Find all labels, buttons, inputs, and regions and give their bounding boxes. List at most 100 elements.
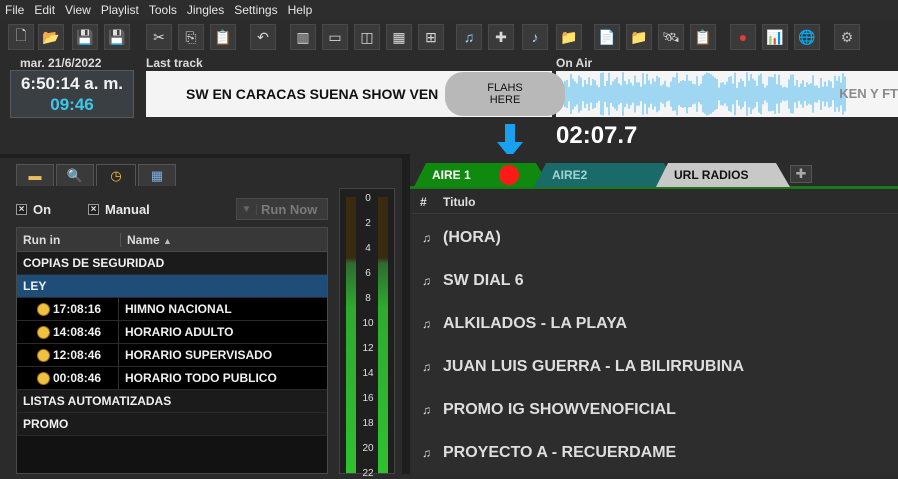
satellite-button[interactable]: 🛰 xyxy=(658,24,684,50)
group-name: LISTAS AUTOMATIZADAS xyxy=(23,394,172,408)
schedule-event-row[interactable]: 14:08:46 HORARIO ADULTO xyxy=(17,321,327,344)
add-audio-button[interactable]: ♪ xyxy=(522,24,548,50)
schedule-event-row[interactable]: 12:08:46 HORARIO SUPERVISADO xyxy=(17,344,327,367)
cut-button[interactable]: ✂ xyxy=(146,24,172,50)
chevron-down-icon[interactable]: ▼ xyxy=(237,203,257,215)
tab-aire-2[interactable]: AIRE2 xyxy=(534,163,678,187)
menu-file[interactable]: File xyxy=(0,3,29,17)
tab-scheduler[interactable]: ◷ xyxy=(96,164,136,186)
paste-button[interactable]: 📋 xyxy=(210,24,236,50)
menu-help[interactable]: Help xyxy=(283,3,318,17)
report-button[interactable]: 📄 xyxy=(594,24,620,50)
add-tab-button[interactable]: ✚ xyxy=(790,165,812,183)
col-name[interactable]: Name ▲ xyxy=(121,233,172,247)
add-item-button[interactable]: ✚ xyxy=(488,24,514,50)
tab-files[interactable]: ▬ xyxy=(16,164,54,186)
menu-view[interactable]: View xyxy=(60,3,96,17)
menu-edit[interactable]: Edit xyxy=(29,3,60,17)
stats-bars-button[interactable]: 📊 xyxy=(762,24,788,50)
clipboard-button[interactable]: 📋 xyxy=(690,24,716,50)
menu-jingles[interactable]: Jingles xyxy=(182,3,229,17)
waveform-sample xyxy=(694,84,696,104)
save-as-button[interactable]: 💾 xyxy=(104,24,130,50)
schedule-group-row[interactable]: LISTAS AUTOMATIZADAS xyxy=(17,390,327,413)
layout-single-button[interactable]: ▭ xyxy=(322,24,348,50)
manual-checkbox[interactable]: × Manual xyxy=(88,202,150,217)
layout-columns-button[interactable]: ◫ xyxy=(354,24,380,50)
playlist-row[interactable]: ♫ (HORA) xyxy=(412,216,898,259)
copy-button[interactable]: ⎘ xyxy=(178,24,204,50)
menu-settings[interactable]: Settings xyxy=(229,3,282,17)
waveform-sample xyxy=(708,73,710,115)
playlist-row[interactable]: ♫ JUAN LUIS GUERRA - LA BILIRRUBINA xyxy=(412,345,898,388)
col-number[interactable]: # xyxy=(412,195,436,209)
clock-icon xyxy=(37,371,50,385)
open-folder-button[interactable]: 📂 xyxy=(38,24,64,50)
run-in-cell: 00:08:46 xyxy=(17,367,119,389)
waveform-sample xyxy=(616,77,618,111)
new-file-button[interactable]: 🗋 xyxy=(8,24,34,50)
run-now-button[interactable]: ▼ Run Now xyxy=(236,198,328,220)
left-channel-meter xyxy=(346,197,356,473)
schedule-group-row[interactable]: COPIAS DE SEGURIDAD xyxy=(17,252,327,275)
manual-checkbox-box[interactable]: × xyxy=(88,204,99,215)
col-title[interactable]: Titulo xyxy=(436,195,475,209)
folder-star-icon: 📁 xyxy=(630,28,648,45)
globe-button[interactable]: 🌐 xyxy=(794,24,820,50)
waveform-sample xyxy=(690,80,692,108)
record-button[interactable]: ● xyxy=(730,24,756,50)
undo-button[interactable]: ↶ xyxy=(250,24,276,50)
playlist-row[interactable]: ♫ SW DIAL 6 xyxy=(412,259,898,302)
tab-aire-1[interactable]: AIRE 1 xyxy=(414,163,550,187)
vertical-splitter[interactable] xyxy=(402,154,410,474)
schedule-group-row[interactable]: PROMO xyxy=(17,413,327,436)
add-track-button[interactable]: ♫ xyxy=(456,24,482,50)
date-label: mar. 21/6/2022 xyxy=(20,56,102,70)
tab-aire-1-label: AIRE 1 xyxy=(432,168,471,182)
folder-star-button[interactable]: 📁 xyxy=(626,24,652,50)
waveform-sample xyxy=(804,86,806,102)
schedule-event-row[interactable]: 17:08:16 HIMNO NACIONAL xyxy=(17,298,327,321)
schedule-group-row[interactable]: LEY xyxy=(17,275,327,298)
waveform-sample xyxy=(668,87,670,101)
waveform-sample xyxy=(718,87,720,101)
menu-playlist[interactable]: Playlist xyxy=(96,3,144,17)
col-run-in[interactable]: Run in xyxy=(17,232,121,247)
track-title: (HORA) xyxy=(443,228,501,246)
on-checkbox-box[interactable]: × xyxy=(16,204,27,215)
waveform-sample xyxy=(736,87,738,101)
waveform-sample xyxy=(754,80,756,108)
playlist-row[interactable]: ♫ PROMO IG SHOWVENOFICIAL xyxy=(412,388,898,431)
meter-scale-label: 18 xyxy=(362,418,374,429)
menu-tools[interactable]: Tools xyxy=(144,3,182,17)
waveform-sample xyxy=(580,77,582,111)
scheduler-header: Run in Name ▲ xyxy=(17,228,327,252)
playlist-row[interactable]: ♫ ALKILADOS - LA PLAYA xyxy=(412,302,898,345)
layout-grid-button[interactable]: ▦ xyxy=(386,24,412,50)
waveform-sample xyxy=(738,82,740,106)
waveform-sample xyxy=(584,80,586,108)
waveform-sample xyxy=(620,85,622,103)
waveform-sample xyxy=(820,78,822,110)
schedule-event-row[interactable]: 00:08:46 HORARIO TODO PUBLICO xyxy=(17,367,327,390)
tab-calendar[interactable]: ▦ xyxy=(138,164,176,186)
waveform-sample xyxy=(636,82,638,106)
layout-left-button[interactable]: ▥ xyxy=(290,24,316,50)
last-track-text: SW EN CARACAS SUENA SHOW VEN xyxy=(186,86,439,102)
waveform-sample xyxy=(594,80,596,108)
add-folder-button[interactable]: 📁 xyxy=(556,24,582,50)
waveform-sample xyxy=(698,85,700,103)
layout-add-button[interactable]: ⊞ xyxy=(418,24,444,50)
flash-line-2: HERE xyxy=(489,94,521,106)
gear-button[interactable]: ⚙ xyxy=(834,24,860,50)
playlist-row[interactable]: ♫ PROYECTO A - RECUERDAME xyxy=(412,431,898,474)
current-time: 6:50:14 a. m. xyxy=(20,74,124,93)
waveform-sample xyxy=(628,79,630,109)
on-checkbox[interactable]: × On xyxy=(16,202,51,217)
waveform-sample xyxy=(684,80,686,108)
waveform-sample xyxy=(642,73,644,115)
save-button[interactable]: 💾 xyxy=(72,24,98,50)
tab-search[interactable]: 🔍 xyxy=(56,164,94,186)
waveform-sample xyxy=(604,86,606,102)
tab-url-radios[interactable]: URL RADIOS xyxy=(656,163,790,187)
